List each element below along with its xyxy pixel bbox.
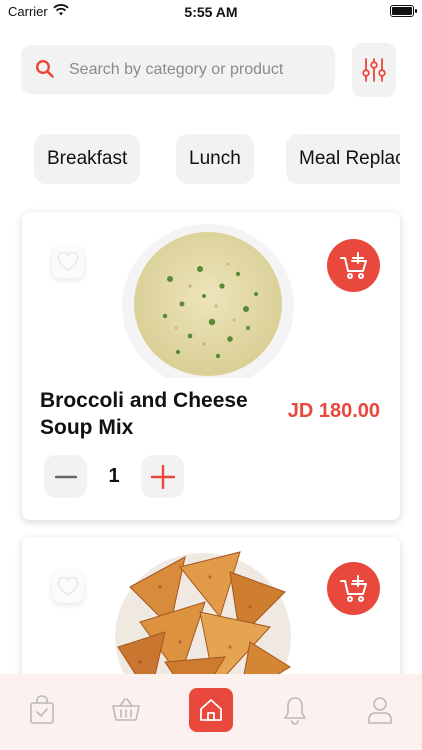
add-cart-icon — [339, 251, 367, 279]
product-card[interactable]: Broccoli and Cheese Soup Mix JD 180.00 1 — [22, 212, 400, 520]
basket-icon — [112, 698, 140, 721]
quantity-value: 1 — [108, 465, 120, 487]
search-input[interactable] — [69, 45, 327, 94]
filter-button[interactable] — [352, 43, 396, 97]
decrease-quantity-button[interactable] — [44, 455, 87, 498]
add-to-cart-button[interactable] — [327, 239, 380, 292]
favorite-button[interactable] — [52, 571, 84, 603]
status-time: 5:55 AM — [184, 4, 238, 20]
heart-icon — [57, 577, 79, 596]
profile-icon — [368, 697, 392, 724]
minus-icon — [54, 475, 77, 478]
category-meal-replacement[interactable]: Meal Replacement — [286, 134, 400, 184]
nav-profile[interactable] — [358, 688, 402, 732]
product-name: Broccoli and Cheese Soup Mix — [40, 389, 248, 439]
search-icon — [35, 59, 54, 78]
favorite-button[interactable] — [52, 246, 84, 278]
search-bar[interactable] — [21, 45, 335, 94]
quantity-stepper: 1 — [44, 455, 184, 498]
bell-icon — [284, 697, 306, 725]
product-image — [115, 551, 291, 687]
orders-bag-icon — [30, 695, 54, 724]
category-list: Breakfast Lunch Meal Replacement — [34, 134, 400, 186]
product-price: JD 180.00 — [287, 400, 380, 422]
heart-icon — [57, 252, 79, 271]
home-icon — [200, 699, 222, 721]
category-breakfast[interactable]: Breakfast — [34, 134, 141, 184]
product-image — [122, 224, 294, 378]
nav-notifications[interactable] — [273, 688, 317, 732]
battery-icon — [390, 5, 417, 17]
status-bar: Carrier 5:55 AM — [0, 0, 422, 24]
nav-orders[interactable] — [20, 688, 64, 732]
sliders-icon — [362, 58, 386, 82]
product-card[interactable] — [22, 537, 400, 687]
add-cart-icon — [339, 574, 367, 602]
category-lunch[interactable]: Lunch — [176, 134, 254, 184]
bottom-navigation — [0, 674, 422, 750]
nav-basket[interactable] — [104, 688, 148, 732]
increase-quantity-button[interactable] — [141, 455, 184, 498]
nav-home[interactable] — [189, 688, 233, 732]
add-to-cart-button[interactable] — [327, 562, 380, 615]
plus-icon — [150, 464, 175, 489]
